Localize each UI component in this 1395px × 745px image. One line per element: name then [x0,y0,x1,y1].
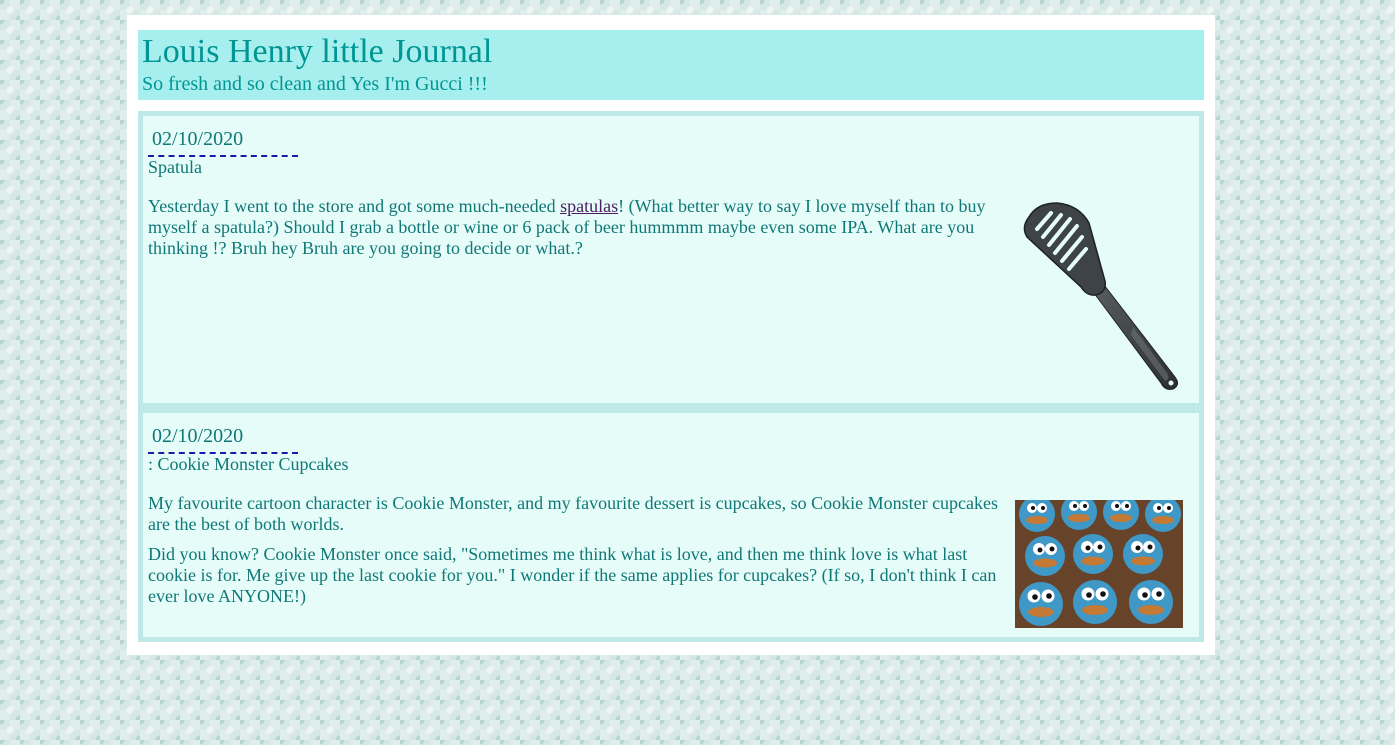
post-title: Spatula [148,157,202,177]
post-date: 02/10/2020 [148,421,298,454]
post-paragraph: Yesterday I went to the store and got so… [148,196,1008,259]
spatulas-link[interactable]: spatulas [560,196,618,216]
spatula-image [1015,199,1185,391]
journal-page: Louis Henry little Journal So fresh and … [127,15,1215,655]
post-paragraph: My favourite cartoon character is Cookie… [148,493,999,534]
cookie-monster-cupcakes-image [1015,494,1183,628]
post-body: Yesterday I went to the store and got so… [148,196,1008,268]
post-body: My favourite cartoon character is Cookie… [148,493,1008,616]
site-header: Louis Henry little Journal So fresh and … [138,30,1204,100]
post-cookie-monster-cupcakes: 02/10/2020 : Cookie Monster Cupcakes My … [138,408,1204,642]
post-text-before-link: Yesterday I went to the store and got so… [148,196,561,216]
site-subtitle: So fresh and so clean and Yes I'm Gucci … [142,73,488,95]
post-date: 02/10/2020 [148,124,298,157]
post-title: : Cookie Monster Cupcakes [148,454,349,474]
post-spatula: 02/10/2020 Spatula Yesterday I went to t… [138,111,1204,408]
site-title: Louis Henry little Journal [142,33,493,70]
post-paragraph: Did you know? Cookie Monster once said, … [148,544,997,606]
